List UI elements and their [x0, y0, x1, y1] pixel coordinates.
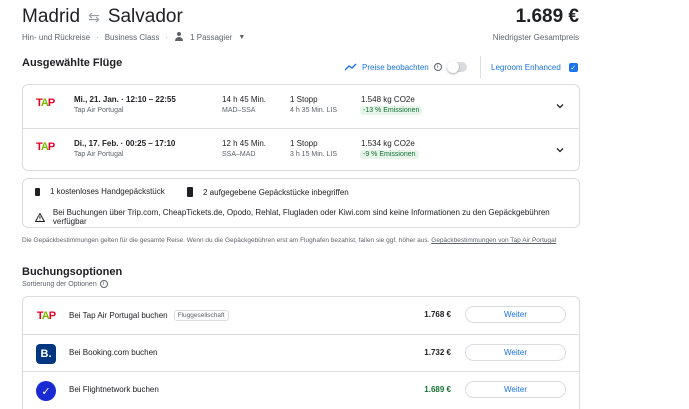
booking-option-flightnetwork: ✓ Bei Flightnetwork buchen 1.689 € Weite…: [23, 371, 579, 408]
checked-bag-icon: [187, 187, 193, 197]
booking-options-title: Buchungsoptionen: [22, 266, 123, 278]
carry-on-info: 1 kostenloses Handgepäckstück: [35, 187, 165, 196]
booking-option-name: Bei Tap Air Portugal buchen Fluggesellsc…: [69, 310, 229, 321]
watch-prices-toggle[interactable]: [446, 61, 467, 73]
caret-down-icon[interactable]: ▼: [238, 34, 245, 41]
flight-date-time: Mi., 21. Jan. · 12:10 – 22:55: [74, 95, 176, 104]
cabin-class: Business Class: [104, 32, 160, 42]
emissions-badge: -13 % Emissionen: [360, 106, 423, 115]
flight-route: SSA–MAD: [222, 151, 256, 158]
legroom-checkbox[interactable]: ✓: [568, 63, 578, 72]
continue-button[interactable]: Weiter: [465, 381, 566, 398]
booking-option-label: Bei Booking.com buchen: [69, 348, 158, 357]
booking-option-price: 1.732 €: [424, 348, 451, 357]
destination-city: Salvador: [107, 6, 183, 27]
flightnetwork-logo-icon: ✓: [36, 381, 56, 401]
flight-airline: Tap Air Portugal: [74, 151, 124, 158]
booking-option-name: Bei Booking.com buchen: [69, 348, 158, 357]
continue-button[interactable]: Weiter: [465, 306, 566, 323]
watch-prices-label[interactable]: Preise beobachten: [362, 63, 429, 72]
trend-icon: [345, 63, 357, 71]
flight-date-time: Di., 17. Feb. · 00:25 – 17:10: [74, 139, 176, 148]
total-price: 1.689 €: [515, 6, 579, 27]
origin-city: Madrid: [22, 6, 81, 27]
baggage-warning: Bei Buchungen über Trip.com, CheapTicket…: [35, 208, 579, 226]
trip-type: Hin- und Rückreise: [22, 32, 91, 42]
booking-option-label: Bei Tap Air Portugal buchen: [69, 311, 168, 320]
booking-option-name: Bei Flightnetwork buchen: [69, 385, 159, 394]
emissions-badge: -9 % Emissionen: [360, 150, 419, 159]
booking-option-price: 1.689 €: [424, 385, 451, 394]
person-icon: [174, 32, 184, 42]
flight-duration: 14 h 45 Min.: [222, 95, 267, 104]
swap-arrows-icon: ⇆: [88, 8, 100, 25]
checked-bag-text: 2 aufgegebene Gepäckstücke inbegriffen: [203, 187, 349, 197]
carry-on-text: 1 kostenloses Handgepäckstück: [50, 187, 165, 196]
checked-bag-info: 2 aufgegebene Gepäckstücke inbegriffen: [187, 187, 349, 197]
continue-button[interactable]: Weiter: [465, 344, 566, 361]
selected-flights-title: Ausgewählte Flüge: [22, 57, 123, 69]
booking-option-price: 1.768 €: [424, 310, 451, 319]
booking-option-tap: TAP Bei Tap Air Portugal buchen Fluggese…: [23, 297, 579, 334]
divider: [480, 56, 481, 78]
legroom-filter[interactable]: Legroom Enhanced ✓: [491, 63, 578, 72]
selected-flights-card: TAP Mi., 21. Jan. · 12:10 – 22:55 Tap Ai…: [22, 84, 580, 171]
price-tracking[interactable]: Preise beobachten i: [345, 61, 467, 73]
flight-stops: 1 Stopp: [290, 95, 318, 104]
info-icon[interactable]: i: [433, 63, 442, 71]
flight-layover: 3 h 15 Min. LIS: [290, 151, 338, 158]
sort-options: Sortierung der Optionen i: [22, 280, 108, 288]
tap-logo-icon: TAP: [36, 97, 55, 109]
booking-option-label: Bei Flightnetwork buchen: [69, 385, 159, 394]
tap-logo-icon: TAP: [36, 141, 55, 153]
flight-row-outbound[interactable]: TAP Mi., 21. Jan. · 12:10 – 22:55 Tap Ai…: [23, 85, 579, 128]
warning-text: Bei Buchungen über Trip.com, CheapTicket…: [52, 208, 550, 226]
passenger-count[interactable]: 1 Passagier: [190, 33, 232, 42]
flight-route: MAD–SSA: [222, 107, 256, 114]
trip-meta: Hin- und Rückreise · Business Class · 1 …: [22, 32, 245, 42]
booking-com-logo-icon: B.: [36, 344, 56, 364]
note-text: Die Gepäckbestimmungen gelten für die ge…: [22, 237, 432, 244]
warning-icon: [35, 212, 45, 222]
baggage-rules-link[interactable]: Gepäckbestimmungen von Tap Air Portugal: [431, 237, 556, 244]
legroom-label: Legroom Enhanced: [491, 63, 561, 72]
flight-layover: 4 h 35 Min. LIS: [290, 107, 338, 114]
sort-label: Sortierung der Optionen: [22, 280, 97, 288]
flight-stops: 1 Stopp: [290, 139, 318, 148]
baggage-note: Die Gepäckbestimmungen gelten für die ge…: [22, 236, 582, 245]
baggage-card: 1 kostenloses Handgepäckstück 2 aufgegeb…: [22, 178, 580, 228]
booking-options-card: TAP Bei Tap Air Portugal buchen Fluggese…: [22, 296, 580, 409]
airline-chip: Fluggesellschaft: [173, 310, 229, 321]
flight-co2: 1.534 kg CO2e: [361, 139, 415, 148]
carry-on-bag-icon: [35, 187, 40, 196]
flight-duration: 12 h 45 Min.: [222, 139, 267, 148]
info-icon[interactable]: i: [99, 280, 108, 288]
price-caption: Niedrigster Gesamtpreis: [492, 33, 579, 42]
tap-logo-icon: TAP: [36, 310, 56, 322]
chevron-down-icon[interactable]: [555, 145, 565, 155]
chevron-down-icon[interactable]: [555, 101, 565, 111]
separator-dot: ·: [165, 32, 169, 42]
flight-co2: 1.548 kg CO2e: [361, 95, 415, 104]
separator-dot: ·: [96, 32, 99, 42]
route-title: Madrid ⇆ Salvador: [22, 6, 183, 28]
flight-airline: Tap Air Portugal: [74, 107, 124, 114]
booking-option-booking-com: B. Bei Booking.com buchen 1.732 € Weiter: [23, 334, 579, 371]
flight-row-return[interactable]: TAP Di., 17. Feb. · 00:25 – 17:10 Tap Ai…: [23, 128, 579, 171]
